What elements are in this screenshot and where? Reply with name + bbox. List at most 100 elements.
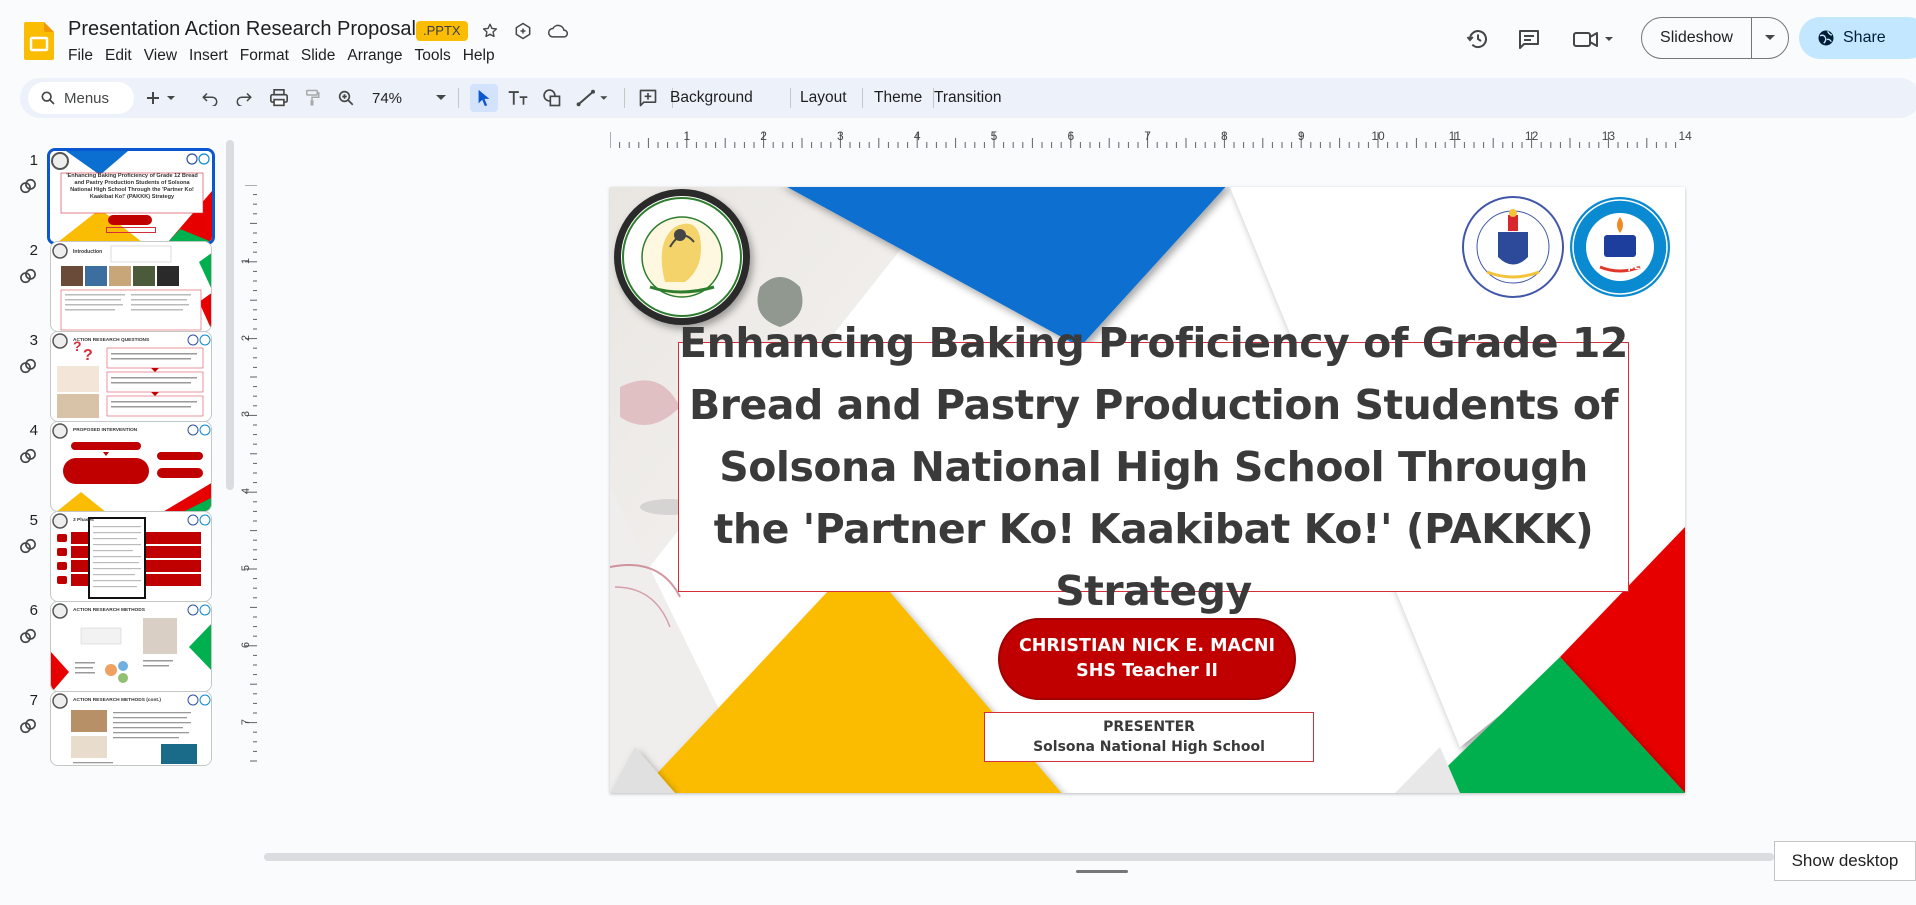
slide-thumbnail-4[interactable]: PROPOSED INTERVENTION xyxy=(50,421,212,512)
redo-icon[interactable] xyxy=(232,84,256,112)
slide-thumbnail-3[interactable]: ? ? ACTION RESEARCH QUESTIONS xyxy=(50,331,212,422)
menu-view[interactable]: View xyxy=(144,47,186,65)
ruler-label: 12 xyxy=(1524,129,1539,143)
undo-icon[interactable] xyxy=(198,84,222,112)
paint-format-icon[interactable] xyxy=(300,84,324,112)
slideshow-group: Slideshow xyxy=(1641,17,1789,59)
thumbnail-title: 3 Phases xyxy=(73,518,94,523)
menu-file[interactable]: File xyxy=(68,47,102,65)
background-button[interactable]: Background xyxy=(666,84,757,112)
theme-button[interactable]: Theme xyxy=(870,84,926,112)
presenter-name-pill[interactable]: CHRISTIAN NICK E. MACNI SHS Teacher II xyxy=(998,618,1296,700)
filmstrip-item: 3 ? ? ACTION RESEARCH QUESTIONS xyxy=(0,320,224,422)
menus-search-button[interactable]: Menus xyxy=(28,82,134,114)
slide-number: 3 xyxy=(29,332,38,349)
thumbnail-title: 'Enhancing Baking Proficiency of Grade 1… xyxy=(66,173,198,200)
shape-icon[interactable] xyxy=(538,84,566,112)
ruler-label: 7 xyxy=(1144,129,1151,143)
show-desktop-tooltip[interactable]: Show desktop xyxy=(1774,841,1916,881)
share-button[interactable]: Share xyxy=(1799,17,1916,59)
linked-slide-icon[interactable] xyxy=(18,536,38,556)
linked-slide-icon[interactable] xyxy=(18,626,38,646)
ruler-label: 5 xyxy=(990,129,998,143)
comments-icon[interactable] xyxy=(1512,22,1546,56)
slide-thumbnail-2[interactable]: Introduction xyxy=(50,241,212,332)
presenter-role: SHS Teacher II xyxy=(1076,661,1218,681)
slide-title-box[interactable]: Enhancing Baking Proficiency of Grade 12… xyxy=(678,319,1629,615)
app-header: Presentation Action Research Proposal .P… xyxy=(0,0,1916,74)
ruler-label: 4 xyxy=(913,129,921,143)
slide-number: 5 xyxy=(29,512,38,529)
toolbar-divider xyxy=(790,88,791,108)
slide-filmstrip: 1 'Enhancing Baking Proficiency of Grade… xyxy=(0,140,224,900)
print-icon[interactable] xyxy=(266,84,292,112)
filmstrip-scrollbar[interactable] xyxy=(226,140,234,490)
ruler-label: 2 xyxy=(760,129,767,143)
presenter-label: PRESENTER xyxy=(1103,719,1195,735)
meet-camera-icon[interactable] xyxy=(1570,22,1618,56)
ruler-label: 4 xyxy=(240,488,253,495)
school-name: Solsona National High School xyxy=(1033,739,1265,755)
linked-slide-icon[interactable] xyxy=(18,716,38,736)
linked-slide-icon[interactable] xyxy=(18,176,38,196)
slideshow-dropdown-chevron-down-icon[interactable] xyxy=(1752,18,1788,58)
select-tool-icon[interactable] xyxy=(470,84,498,112)
move-to-folder-icon[interactable] xyxy=(510,18,536,44)
slide-number: 1 xyxy=(29,152,38,169)
zoom-icon[interactable] xyxy=(334,84,358,112)
menus-search-label: Menus xyxy=(64,89,110,107)
ruler-label: 5 xyxy=(240,564,253,572)
new-slide-button[interactable] xyxy=(144,84,180,112)
globe-icon xyxy=(1818,30,1834,46)
slide-thumbnail-5[interactable]: 3 Phases xyxy=(50,511,212,602)
school-seal-text: DepED xyxy=(1614,262,1648,272)
zoom-select[interactable]: 74% xyxy=(368,84,448,112)
ruler-label: 13 xyxy=(1601,129,1616,143)
search-icon xyxy=(41,91,55,105)
presenter-info-box[interactable]: PRESENTER Solsona National High School xyxy=(984,712,1314,762)
transition-button[interactable]: Transition xyxy=(930,84,1005,112)
speaker-notes-drag-handle[interactable] xyxy=(1076,870,1128,873)
linked-slide-icon[interactable] xyxy=(18,266,38,286)
slideshow-button[interactable]: Slideshow xyxy=(1642,18,1752,58)
ruler-label: 3 xyxy=(837,129,844,143)
top-ruler: 1 2 3 4 5 6 7 8 9 10 11 12 13 14 xyxy=(610,129,1692,148)
slide-thumbnail-6[interactable]: ACTION RESEARCH METHODS xyxy=(50,601,212,692)
slide-title: Enhancing Baking Proficiency of Grade 12… xyxy=(679,319,1628,615)
thumbnail-title: PROPOSED INTERVENTION xyxy=(73,428,138,433)
current-slide[interactable]: DepED Enhancing Baking Proficiency of Gr… xyxy=(610,187,1685,793)
slide-thumbnail-7[interactable]: ACTION RESEARCH METHODS (cont.) xyxy=(50,691,212,766)
menu-help[interactable]: Help xyxy=(463,47,504,65)
menu-tools[interactable]: Tools xyxy=(415,47,460,65)
horizontal-scrollbar[interactable] xyxy=(264,853,1774,861)
star-icon[interactable] xyxy=(477,18,503,44)
menu-arrange[interactable]: Arrange xyxy=(347,47,411,65)
ruler-label: 1 xyxy=(683,129,691,143)
add-comment-icon[interactable] xyxy=(634,84,662,112)
ruler-label: 10 xyxy=(1371,129,1385,143)
menu-insert[interactable]: Insert xyxy=(189,47,237,65)
slide-number: 6 xyxy=(29,602,38,619)
share-label: Share xyxy=(1843,29,1886,46)
ruler-label: 2 xyxy=(240,334,253,341)
slides-logo-icon[interactable] xyxy=(24,22,54,60)
linked-slide-icon[interactable] xyxy=(18,356,38,376)
layout-button[interactable]: Layout xyxy=(796,84,851,112)
menu-edit[interactable]: Edit xyxy=(105,47,141,65)
menu-format[interactable]: Format xyxy=(240,47,298,65)
filmstrip-item: 6 ACTION RESEARCH METHODS xyxy=(0,590,224,692)
ruler-label: 11 xyxy=(1448,129,1462,143)
toolbar-divider xyxy=(624,88,625,108)
text-box-icon[interactable] xyxy=(504,84,532,112)
slide-number: 2 xyxy=(29,242,38,259)
menu-slide[interactable]: Slide xyxy=(301,47,344,65)
line-tool-icon[interactable] xyxy=(572,84,614,112)
svg-text:?: ? xyxy=(83,347,93,364)
version-history-icon[interactable] xyxy=(1461,22,1495,56)
chevron-down-icon xyxy=(436,95,446,100)
document-title[interactable]: Presentation Action Research Proposal xyxy=(68,18,416,41)
linked-slide-icon[interactable] xyxy=(18,446,38,466)
toolbar: Menus 74% Background Layout Theme Transi… xyxy=(20,78,1916,118)
filmstrip-item: 2 Introduction xyxy=(0,230,224,332)
cloud-saved-icon[interactable] xyxy=(545,18,571,44)
